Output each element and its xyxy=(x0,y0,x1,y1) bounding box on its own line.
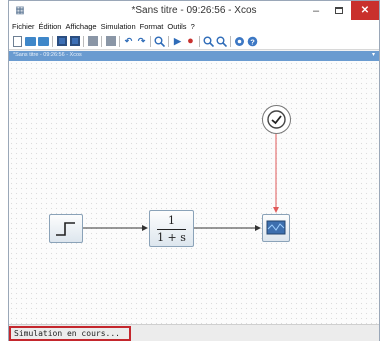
print-preview-button[interactable] xyxy=(105,36,116,47)
status-bar: Simulation en cours... xyxy=(9,324,379,341)
clock-block[interactable] xyxy=(262,105,291,134)
fit-diagram-icon xyxy=(154,36,165,47)
maximize-icon xyxy=(335,7,343,14)
maximize-button[interactable] xyxy=(328,1,350,20)
zoom-out-button[interactable] xyxy=(216,36,227,47)
print-icon xyxy=(87,36,98,46)
save-icon xyxy=(56,36,67,46)
open-folder-icon xyxy=(38,36,49,46)
xcos-demos-icon xyxy=(235,36,244,46)
toolbar-separator xyxy=(119,35,120,47)
menu-fichier[interactable]: Fichier xyxy=(12,22,35,31)
toolbar-separator xyxy=(101,35,102,47)
step-block[interactable] xyxy=(49,214,83,243)
zoom-out-icon xyxy=(216,36,227,47)
save-as-button[interactable] xyxy=(69,36,80,47)
save-button[interactable] xyxy=(56,36,67,47)
status-text: Simulation en cours... xyxy=(14,329,120,338)
menu-help[interactable]: ? xyxy=(191,22,195,31)
step-icon xyxy=(56,222,75,236)
transfer-function-block[interactable]: 1 1 + s xyxy=(149,210,194,247)
help-icon: ? xyxy=(247,36,258,46)
redo-icon: ↷ xyxy=(137,35,146,46)
menu-affichage[interactable]: Affichage xyxy=(65,22,96,31)
menu-outils[interactable]: Outils xyxy=(167,22,186,31)
toolbar-separator xyxy=(52,35,53,47)
open-icon xyxy=(25,36,36,46)
toolbar-separator xyxy=(168,35,169,47)
help-button[interactable]: ? xyxy=(247,36,258,47)
toolbar-separator xyxy=(230,35,231,47)
xcos-demos-button[interactable] xyxy=(234,36,245,47)
title-bar: ▦ *Sans titre - 09:26:56 - Xcos – ✕ xyxy=(9,1,379,20)
new-diagram-button[interactable] xyxy=(12,35,23,47)
diagram-canvas[interactable]: 1 1 + s xyxy=(9,61,379,324)
diagram-tab[interactable]: *Sans titre - 09:26:56 - Xcos xyxy=(13,52,82,58)
stop-button[interactable]: ● xyxy=(185,34,196,47)
tf-numerator: 1 xyxy=(168,214,175,227)
minimize-button[interactable]: – xyxy=(305,1,327,20)
open-folder-button[interactable] xyxy=(38,36,49,47)
print-button[interactable] xyxy=(87,36,98,47)
toolbar-separator xyxy=(150,35,151,47)
tf-fraction-bar xyxy=(157,229,186,230)
close-button[interactable]: ✕ xyxy=(351,1,379,20)
undo-button[interactable]: ↶ xyxy=(123,36,134,47)
start-icon: ▶ xyxy=(174,35,181,46)
toolbar: ↶ ↷ ▶ ● ? xyxy=(9,33,379,50)
zoom-in-button[interactable] xyxy=(203,36,214,47)
tf-denominator: 1 + s xyxy=(157,231,186,244)
open-button[interactable] xyxy=(25,36,36,47)
fit-diagram-button[interactable] xyxy=(154,36,165,47)
stop-icon: ● xyxy=(187,34,194,47)
zoom-in-icon xyxy=(203,36,214,47)
diagram-links xyxy=(83,134,279,231)
menu-edition[interactable]: Édition xyxy=(39,22,62,31)
toolbar-separator xyxy=(199,35,200,47)
print-preview-icon xyxy=(105,36,116,46)
xcos-window: ▦ *Sans titre - 09:26:56 - Xcos – ✕ Fich… xyxy=(8,0,380,341)
toolbar-separator xyxy=(83,35,84,47)
new-diagram-icon xyxy=(13,35,22,47)
menu-bar: Fichier Édition Affichage Simulation For… xyxy=(9,20,379,33)
diagram-tab-bar: *Sans titre - 09:26:56 - Xcos ▾ xyxy=(9,51,379,61)
scope-icon xyxy=(266,220,286,235)
svg-text:?: ? xyxy=(250,37,255,46)
redo-button[interactable]: ↷ xyxy=(136,36,147,47)
menu-format[interactable]: Format xyxy=(140,22,164,31)
save-as-icon xyxy=(69,36,80,46)
clock-icon xyxy=(267,110,286,129)
tab-menu-icon[interactable]: ▾ xyxy=(372,51,375,58)
status-highlight-box: Simulation en cours... xyxy=(9,326,131,341)
start-button[interactable]: ▶ xyxy=(172,36,183,47)
undo-icon: ↶ xyxy=(124,35,133,46)
scope-block[interactable] xyxy=(262,214,290,242)
menu-simulation[interactable]: Simulation xyxy=(101,22,136,31)
